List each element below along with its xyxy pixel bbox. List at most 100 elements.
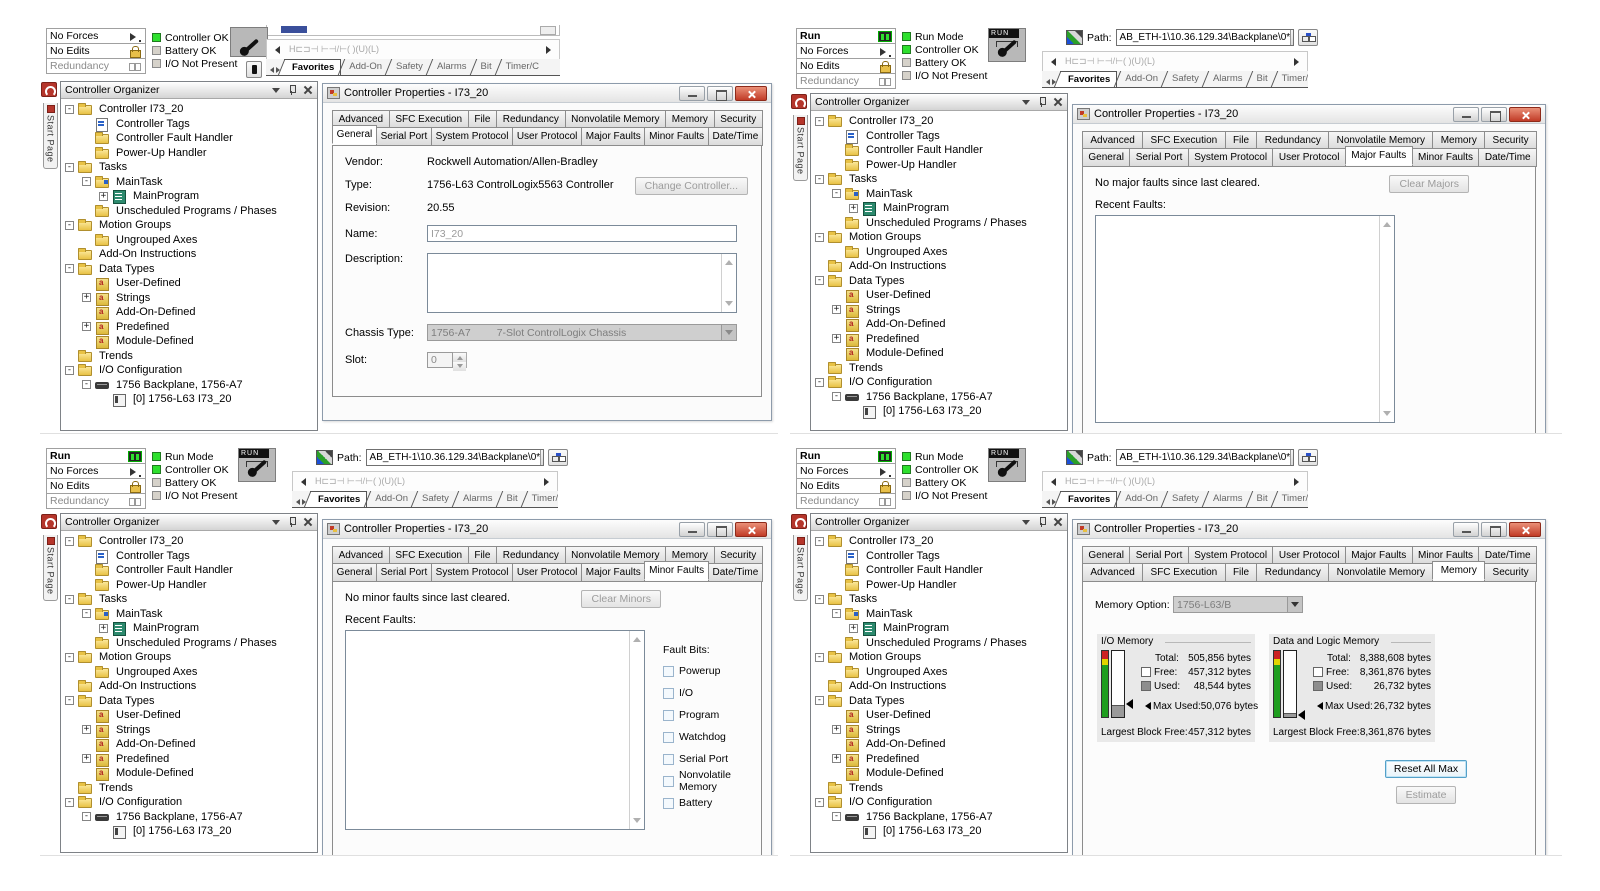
tree-expander[interactable] — [82, 322, 91, 332]
tree-item[interactable]: 1756 Backplane, 1756-A7 — [65, 378, 317, 393]
tree-item[interactable]: Strings — [815, 723, 1067, 738]
tree-item[interactable]: 1756 Backplane, 1756-A7 — [815, 810, 1067, 825]
status-row[interactable]: Run — [796, 449, 896, 464]
dialog-tab[interactable]: Memory — [1432, 561, 1486, 580]
tree-item[interactable]: User-Defined — [65, 708, 317, 724]
dialog-tab[interactable]: SFC Execution — [388, 546, 469, 563]
instruction-tab[interactable]: Add-On — [341, 59, 388, 75]
instruction-tab[interactable]: Bit — [473, 59, 498, 75]
tree-expander[interactable] — [815, 797, 824, 807]
tree-item[interactable]: 1756 Backplane, 1756-A7 — [815, 390, 1067, 405]
tree-expander[interactable] — [82, 812, 91, 822]
tab-start-page[interactable]: Start Page — [793, 115, 808, 181]
close-icon[interactable] — [303, 517, 313, 527]
dialog-tab[interactable]: General — [332, 125, 377, 144]
dialog-tab[interactable]: User Protocol — [512, 127, 583, 146]
dialog-tab[interactable]: SFC Execution — [1142, 563, 1226, 582]
pin-icon[interactable] — [1037, 97, 1047, 107]
checkbox[interactable] — [663, 753, 674, 765]
tree-item[interactable]: Add-On Instructions — [65, 247, 317, 262]
tree-item[interactable]: Ungrouped Axes — [65, 665, 317, 680]
dialog-tab[interactable]: Minor Faults — [644, 127, 709, 146]
chassis-type-combo[interactable]: 1756-A7 7-Slot ControlLogix Chassis — [427, 324, 737, 341]
instruction-icon[interactable]: (L) — [394, 476, 405, 486]
tree-expander[interactable] — [65, 797, 74, 807]
dialog-tab[interactable]: SFC Execution — [388, 110, 469, 127]
instruction-icon[interactable]: ⊐ — [1079, 56, 1087, 66]
tree-expander[interactable] — [815, 276, 824, 286]
dialog-tab[interactable]: Serial Port — [1129, 546, 1189, 563]
maximize-button[interactable] — [707, 85, 733, 101]
tree-expander[interactable] — [832, 609, 841, 619]
tree-item[interactable]: Controller I73_20 — [815, 114, 1067, 129]
dialog-tab[interactable]: Advanced — [332, 546, 390, 563]
tree-item[interactable]: Controller Fault Handler — [65, 563, 317, 578]
checkbox[interactable] — [663, 731, 674, 743]
instruction-icon[interactable]: (U) — [355, 44, 368, 54]
dialog-tab[interactable]: File — [467, 110, 498, 127]
scroll-up-icon[interactable] — [725, 256, 733, 265]
scroll-up-icon[interactable] — [1383, 218, 1391, 227]
tree-item[interactable]: Add-On-Defined — [815, 737, 1067, 753]
path-dropdown-button[interactable] — [1290, 450, 1293, 465]
organizer-menu-button[interactable] — [271, 517, 281, 527]
minimize-button[interactable] — [679, 85, 705, 101]
dialog-tab[interactable]: Memory — [665, 110, 715, 127]
dialog-tab[interactable]: Redundancy — [496, 110, 566, 127]
instruction-tab[interactable]: Favorites — [1060, 491, 1118, 507]
scroll-right-icon[interactable] — [1294, 477, 1303, 486]
tree-expander[interactable] — [82, 754, 91, 764]
path-dropdown-button[interactable] — [540, 450, 543, 465]
tree-item[interactable]: User-Defined — [815, 708, 1067, 724]
scroll-left-icon[interactable] — [271, 45, 280, 54]
close-icon[interactable] — [1053, 97, 1063, 107]
memory-option-dropdown-button[interactable] — [1287, 597, 1302, 612]
dialog-tab[interactable]: General — [1082, 148, 1131, 167]
tab-scroll-left-button[interactable] — [292, 496, 301, 507]
dialog-tab[interactable]: Major Faults — [1344, 146, 1413, 165]
tree-item[interactable]: Tasks — [65, 160, 317, 175]
instruction-tab[interactable]: Alarms — [1205, 71, 1249, 87]
tab-scroll-left-button[interactable] — [1042, 496, 1051, 507]
dialog-tab[interactable]: User Protocol — [512, 563, 583, 582]
pin-icon[interactable] — [1037, 517, 1047, 527]
dialog-tab[interactable]: File — [467, 546, 498, 563]
tree-item[interactable]: Motion Groups — [65, 650, 317, 665]
tree-expander[interactable] — [832, 189, 841, 199]
maximize-button[interactable] — [1481, 106, 1507, 122]
status-row[interactable]: No Forces — [796, 464, 896, 479]
instruction-tab[interactable]: Timer/C — [1274, 491, 1308, 507]
browse-network-button[interactable] — [1297, 29, 1318, 46]
name-input[interactable] — [427, 225, 737, 242]
instruction-tab[interactable]: Alarms — [455, 491, 499, 507]
dialog-tab[interactable]: System Protocol — [1187, 546, 1274, 563]
tree-item[interactable]: Controller I73_20 — [65, 102, 317, 117]
organizer-menu-button[interactable] — [1021, 97, 1031, 107]
dialog-tab[interactable]: Date/Time — [1478, 148, 1538, 167]
dialog-tab[interactable]: File — [1224, 131, 1258, 148]
tree-expander[interactable] — [832, 305, 841, 315]
instruction-tab[interactable]: Alarms — [1205, 491, 1249, 507]
tree-expander[interactable] — [815, 232, 824, 242]
dialog-titlebar[interactable]: Controller Properties - I73_20 — [323, 520, 771, 539]
close-icon[interactable] — [1053, 517, 1063, 527]
slot-stepper[interactable]: 0 — [427, 352, 467, 371]
instruction-tab[interactable]: Safety — [388, 59, 429, 75]
dialog-titlebar[interactable]: Controller Properties - I73_20 — [1073, 105, 1545, 124]
instruction-icon[interactable]: ⊐ — [303, 44, 311, 54]
status-row[interactable]: No Edits — [796, 59, 896, 74]
tree-expander[interactable] — [82, 725, 91, 735]
instruction-icon[interactable]: (U) — [381, 476, 394, 486]
maximize-button[interactable] — [707, 521, 733, 537]
tree-item[interactable]: Add-On Instructions — [815, 259, 1067, 274]
instruction-tab[interactable]: Favorites — [284, 59, 342, 75]
status-row[interactable]: Redundancy — [46, 494, 146, 509]
tree-item[interactable]: Ungrouped Axes — [815, 245, 1067, 260]
close-button[interactable] — [735, 85, 767, 101]
checkbox[interactable] — [663, 709, 674, 721]
tree-item[interactable]: I/O Configuration — [65, 363, 317, 378]
checkbox[interactable] — [663, 687, 674, 699]
tree-expander[interactable] — [65, 696, 74, 706]
tree-expander[interactable] — [849, 623, 858, 633]
toolbar-toggle-button[interactable] — [246, 61, 262, 78]
